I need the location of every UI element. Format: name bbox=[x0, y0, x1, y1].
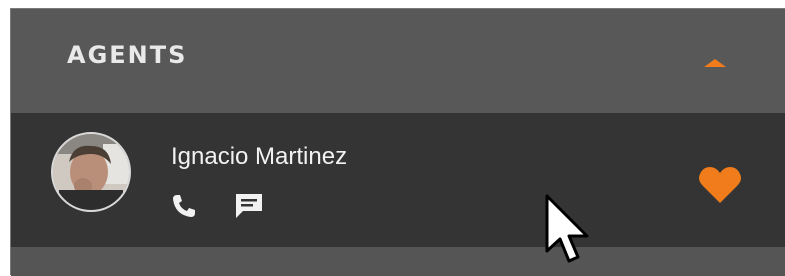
favorite-agent-button[interactable] bbox=[697, 165, 743, 205]
caret-up-icon bbox=[704, 59, 726, 67]
agents-panel-title: AGENTS bbox=[67, 41, 188, 69]
agents-panel: AGENTS Ignacio Martinez bbox=[10, 8, 785, 276]
mouse-pointer-icon bbox=[543, 193, 593, 268]
avatar-photo bbox=[53, 134, 129, 210]
heart-icon bbox=[699, 167, 741, 203]
agents-panel-header[interactable]: AGENTS bbox=[11, 9, 785, 113]
call-agent-button[interactable] bbox=[169, 191, 201, 221]
chat-icon bbox=[236, 194, 262, 218]
message-agent-button[interactable] bbox=[231, 191, 267, 221]
agent-list-footer bbox=[11, 247, 785, 276]
agent-list-item[interactable]: Ignacio Martinez bbox=[11, 113, 785, 247]
avatar[interactable] bbox=[51, 132, 131, 212]
screenshot-frame: AGENTS Ignacio Martinez bbox=[0, 0, 785, 276]
agent-name[interactable]: Ignacio Martinez bbox=[171, 143, 347, 171]
collapse-panel-button[interactable] bbox=[697, 47, 733, 77]
phone-icon bbox=[173, 195, 195, 217]
